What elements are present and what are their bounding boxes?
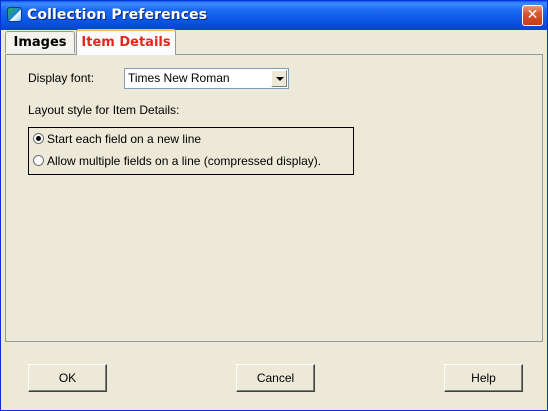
display-font-select[interactable]: Times New Roman [124,68,289,89]
display-font-value: Times New Roman [128,71,230,85]
radio-compressed-label: Allow multiple fields on a line (compres… [47,154,322,168]
layout-style-group: Start each field on a new line Allow mul… [28,127,354,175]
radio-button-unchecked[interactable] [33,155,44,166]
title-bar[interactable]: Collection Preferences ✕ [1,1,547,30]
chevron-down-icon[interactable] [271,70,287,87]
app-icon [7,7,22,22]
ok-button[interactable]: OK [28,364,107,392]
tab-panel: Display font: Times New Roman Layout sty… [5,54,543,342]
tab-images[interactable]: Images [5,31,75,53]
display-font-label: Display font: [28,71,95,85]
close-icon[interactable]: ✕ [522,5,543,26]
cancel-button[interactable]: Cancel [236,364,315,392]
layout-style-label: Layout style for Item Details: [28,103,180,117]
help-button[interactable]: Help [444,364,523,392]
radio-button-checked[interactable] [33,133,44,144]
tab-item-details[interactable]: Item Details [76,29,176,55]
radio-new-line-label: Start each field on a new line [47,132,202,146]
window-title: Collection Preferences [27,7,208,23]
tab-bar: Images Item Details [1,29,547,55]
preferences-dialog: Collection Preferences ✕ Images Item Det… [0,0,548,411]
